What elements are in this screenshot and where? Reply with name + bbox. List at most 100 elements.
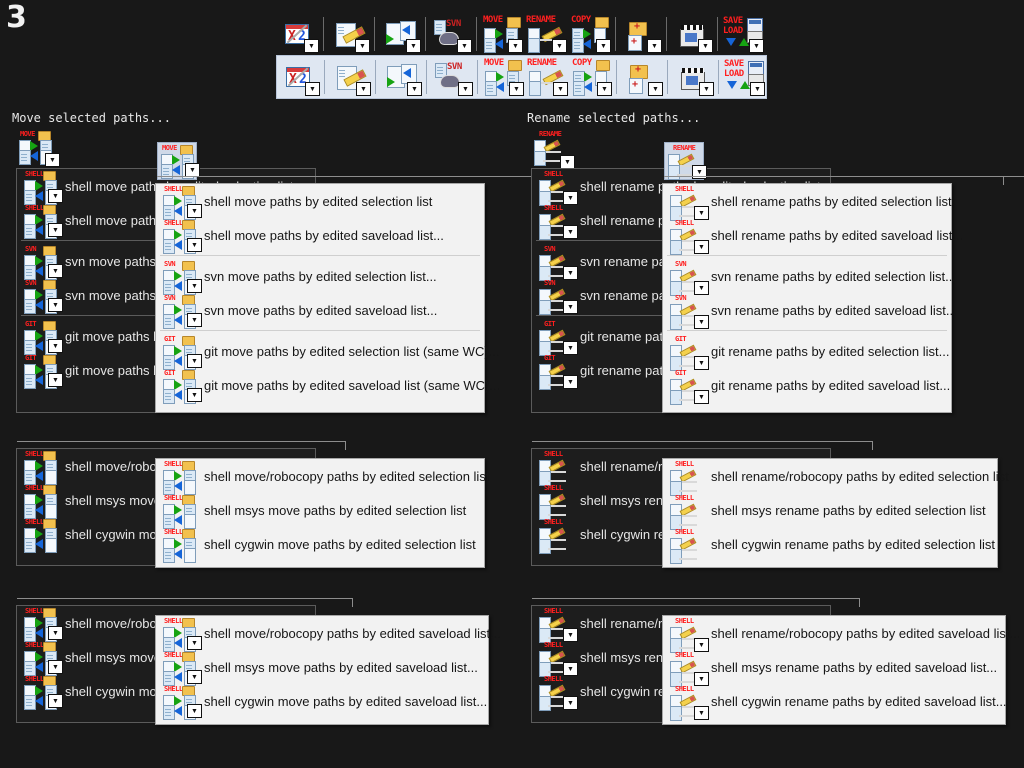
chevron-down-icon: ▼ [563,696,578,710]
blue-left-arrow-icon [174,672,182,682]
move-copy-arrows-button[interactable]: ▼ [378,15,422,53]
icon-tag-shell: SHELL [25,484,44,492]
edit-list-button[interactable]: ▼ [328,58,372,96]
chevron-down-icon: ▼ [699,82,714,96]
menu-item[interactable]: SHELL shell cygwin rename paths by edited… [663,527,997,564]
icon-tag-git: GIT [544,320,556,328]
edit-list-button[interactable]: ▼ [327,15,371,53]
shell-move-icon: SHELL ▼ [23,607,63,642]
menu-item[interactable]: SHELL shell msys rename paths by edited s… [663,493,997,530]
chevron-down-icon: ▼ [187,670,202,684]
svn-button[interactable]: SVN ▼ [430,58,474,96]
save-load-button[interactable]: SAVE LOAD ▼ [722,58,766,96]
media-button[interactable]: ▼ [670,15,714,53]
save-label: SAVE [724,59,744,69]
menu-item[interactable]: SHELL ▼shell move paths by edited selecti… [156,184,484,220]
move-parent-icon[interactable]: MOVE ▼ [18,131,60,167]
menu-item[interactable]: GIT▼git rename paths by edited selection… [663,334,951,371]
rename-label: RENAME [526,15,556,25]
rename-button[interactable]: RENAME ▼ [524,15,568,53]
toolbar-separator [323,17,324,51]
menu-item[interactable]: SHELL ▼shell cygwin move paths by edited … [156,684,488,720]
menu-item[interactable]: SHELL▼shell rename/robocopy paths by edi… [663,616,1020,653]
menu-item[interactable]: SHELL shell cygwin move paths by edited s… [156,527,484,563]
menu-item-label: svn move paths by edited saveload list..… [204,302,438,318]
icon-tag-git: GIT [675,335,687,343]
rename-parent-icon[interactable]: RENAME ▼ [533,131,575,169]
plus-label: + [634,21,640,32]
icon-tag-shell: SHELL [675,219,694,227]
shell-rename-icon: SHELL ▼ [669,219,709,255]
shell-move-icon: SHELL ▼ [23,676,63,710]
menu-item[interactable]: GIT ▼git move paths by edited selection l… [156,334,500,370]
copy-button[interactable]: COPY ▼ [568,15,612,53]
chevron-down-icon: ▼ [187,279,202,293]
blue-left-arrow-icon [35,505,43,515]
toolbar-separator [666,17,667,51]
icon-tag-shell: SHELL [25,607,44,615]
svn-button[interactable]: SVN ▼ [429,15,473,53]
plus-label: + [635,64,641,75]
clear-selection-x2-button[interactable]: X2▼ [276,15,320,53]
menu-item[interactable]: SHELL ▼shell msys move paths by edited sa… [156,650,488,686]
toolbar-separator [718,60,719,94]
git-move-icon: GIT ▼ [162,335,202,370]
chevron-down-icon: ▼ [187,354,202,368]
save-load-button[interactable]: SAVE LOAD ▼ [721,15,765,53]
chevron-down-icon: ▼ [563,225,578,239]
blue-left-arrow-icon [584,82,592,92]
menu-item[interactable]: SVN▼svn rename paths by edited selection… [663,259,956,296]
icon-tag-shell: SHELL [25,641,44,649]
copy-label: COPY [571,15,591,25]
menu-item[interactable]: SHELL▼shell msys rename paths by edited … [663,650,1005,687]
document-icon [528,38,540,53]
icon-tag-svn: SVN [25,245,37,253]
menu-item[interactable]: GIT ▼git rename paths by edited saveload … [663,368,951,405]
green-right-arrow-icon [174,696,182,706]
shell-rename-icon: SHELL [669,529,703,564]
icon-tag-shell: SHELL [544,450,563,458]
new-folder-file-button[interactable]: + + ▼ [619,15,663,53]
menu-item[interactable]: SVN ▼svn rename paths by edited saveload … [663,293,957,330]
menu-item-label: shell msys move paths by edited selectio… [204,502,467,518]
move-button[interactable]: MOVE ▼ [480,15,524,53]
menu-item[interactable]: SHELL ▼shell move paths by edited saveloa… [156,218,484,254]
menu-item[interactable]: SVN ▼svn move paths by edited saveload li… [156,293,484,329]
menu-item[interactable]: SHELL shell move/robocopy paths by edited… [156,459,489,495]
menu-item-label: shell move/robocopy paths by edited sele… [204,468,490,484]
copy-button[interactable]: COPY ▼ [569,58,613,96]
svn-move-icon: SVN ▼ [162,295,202,329]
menu-item[interactable]: SHELL ▼shell rename paths by edited savel… [663,218,963,255]
media-button[interactable]: ▼ [671,58,715,96]
git-rename-icon: GIT ▼ [669,335,709,371]
green-right-arrow-icon [174,271,182,281]
blue-left-arrow-icon [35,300,43,310]
menu-item[interactable]: SVN ▼svn move paths by edited selection l… [156,259,484,295]
rename-button[interactable]: RENAME ▼ [525,58,569,96]
git-rename-icon: GIT ▼ [538,320,578,356]
icon-tag-shell: SHELL [164,685,183,693]
menu-item-label: shell msys move paths by edited saveload… [204,659,478,675]
chevron-down-icon: ▼ [563,300,578,314]
menu-item[interactable]: GIT ▼git move paths by edited saveload li… [156,368,500,404]
menu-item[interactable]: SHELL ▼shell cygwin rename paths by edite… [663,684,1007,721]
move-copy-arrows-button[interactable]: ▼ [379,58,423,96]
icon-tag-git: GIT [164,369,176,377]
rename-icon: RENAME ▼ [667,145,707,180]
icon-tag-svn: SVN [164,260,176,268]
menu-item[interactable]: SHELL▼shell rename paths by edited selec… [663,184,952,221]
clear-selection-x2-button[interactable]: X2▼ [277,58,321,96]
move-submenu-parent-button[interactable]: MOVE ▼ [157,142,200,180]
move-button[interactable]: MOVE ▼ [481,58,525,96]
blue-left-arrow-icon [35,225,43,235]
new-folder-file-button[interactable]: + + ▼ [620,58,664,96]
icon-tag-git: GIT [164,335,176,343]
menu-item[interactable]: SHELL ▼shell move/robocopy paths by edite… [156,616,501,652]
menu-item[interactable]: SHELL shell msys move paths by edited sel… [156,493,484,529]
shell-move-icon: SHELL ▼ [162,618,202,652]
menu-item[interactable]: SHELL shell rename/robocopy paths by edit… [663,459,1009,496]
icon-tag-shell: SHELL [675,494,694,502]
green-right-arrow-icon [174,539,182,549]
rename-submenu-parent-button[interactable]: RENAME ▼ [664,142,707,180]
blue-left-arrow-icon [35,662,43,672]
